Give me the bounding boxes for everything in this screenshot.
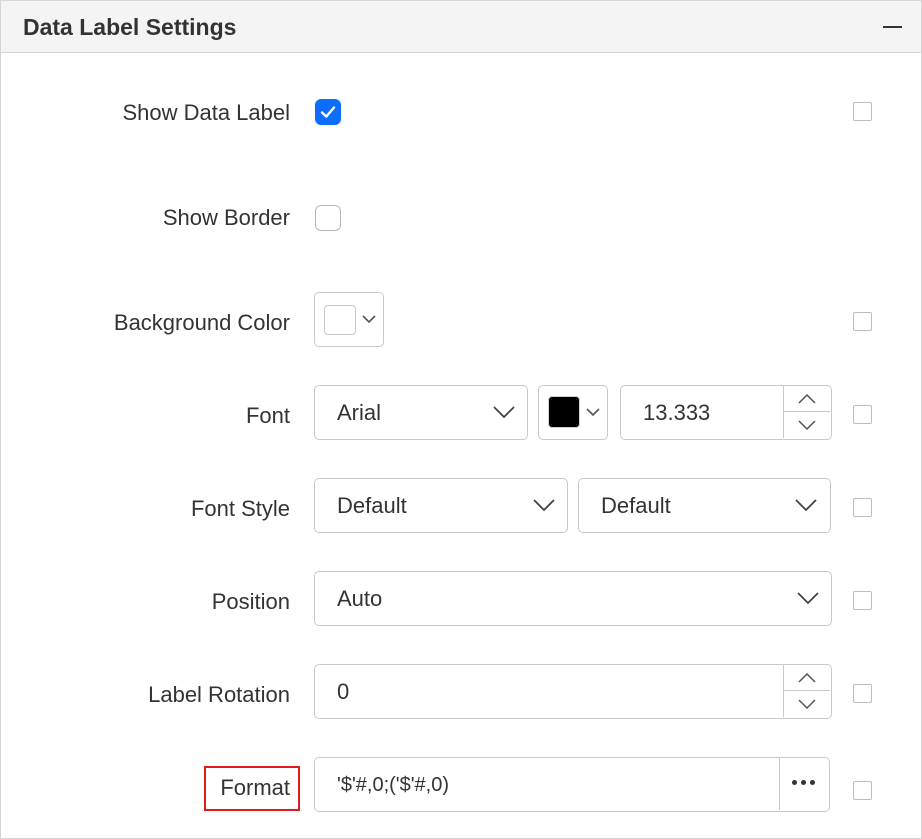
show-border-checkbox[interactable] [315, 205, 341, 231]
panel-title: Data Label Settings [23, 14, 237, 40]
font-size-decrement-button[interactable] [784, 412, 830, 438]
chevron-down-icon [586, 408, 600, 417]
label-rotation-side-checkbox[interactable] [853, 684, 872, 703]
label-rotation-spinner [783, 665, 831, 717]
checkmark-icon [320, 106, 336, 118]
font-color-swatch [548, 396, 580, 428]
font-size-increment-button[interactable] [784, 386, 830, 412]
position-value: Auto [337, 586, 383, 611]
font-size-spinner [783, 386, 831, 438]
chevron-down-icon [798, 420, 816, 430]
show-border-label: Show Border [162, 205, 290, 230]
background-color-swatch [324, 305, 356, 335]
background-color-side-checkbox[interactable] [853, 312, 872, 331]
background-color-picker[interactable] [314, 292, 384, 347]
format-value: '$'#,0;('$'#,0) [337, 774, 450, 796]
ellipsis-dot [810, 780, 815, 785]
font-family-dropdown[interactable]: Arial [314, 385, 528, 440]
ellipsis-dot [801, 780, 806, 785]
format-label: Format [220, 775, 290, 800]
font-weight-dropdown[interactable]: Default [578, 478, 831, 533]
label-rotation-decrement-button[interactable] [784, 691, 830, 717]
position-side-checkbox[interactable] [853, 591, 872, 610]
ellipsis-dot [792, 780, 797, 785]
font-weight-value: Default [601, 493, 671, 518]
show-data-label-label: Show Data Label [122, 100, 290, 125]
font-style-label: Font Style [190, 496, 290, 521]
background-color-label: Background Color [113, 310, 290, 335]
data-label-settings-panel: Data Label Settings Show Data Label Show… [0, 0, 922, 839]
chevron-down-icon [493, 406, 515, 419]
collapse-icon[interactable] [883, 26, 902, 28]
font-size-value: 13.333 [643, 400, 711, 425]
font-family-value: Arial [337, 400, 382, 425]
label-rotation-value: 0 [337, 679, 350, 704]
chevron-up-icon [798, 673, 816, 683]
show-data-label-checkbox[interactable] [315, 99, 341, 125]
chevron-down-icon [795, 499, 817, 512]
label-rotation-increment-button[interactable] [784, 665, 830, 691]
font-style-dropdown[interactable]: Default [314, 478, 568, 533]
label-rotation-label: Label Rotation [148, 682, 290, 707]
font-label: Font [245, 403, 290, 428]
chevron-down-icon [362, 315, 376, 324]
font-style-value: Default [337, 493, 407, 518]
format-field[interactable]: '$'#,0;('$'#,0) [314, 757, 830, 812]
show-data-label-side-checkbox[interactable] [853, 102, 872, 121]
chevron-up-icon [798, 394, 816, 404]
format-ellipsis-button[interactable] [779, 758, 829, 810]
position-dropdown[interactable]: Auto [314, 571, 832, 626]
format-side-checkbox[interactable] [853, 781, 872, 800]
chevron-down-icon [533, 499, 555, 512]
panel-header: Data Label Settings [1, 1, 921, 53]
chevron-down-icon [798, 699, 816, 709]
font-style-side-checkbox[interactable] [853, 498, 872, 517]
font-color-picker[interactable] [538, 385, 608, 440]
label-rotation-numeric[interactable]: 0 [314, 664, 832, 719]
position-label: Position [211, 589, 290, 614]
font-size-numeric[interactable]: 13.333 [620, 385, 832, 440]
chevron-down-icon [797, 592, 819, 605]
font-side-checkbox[interactable] [853, 405, 872, 424]
